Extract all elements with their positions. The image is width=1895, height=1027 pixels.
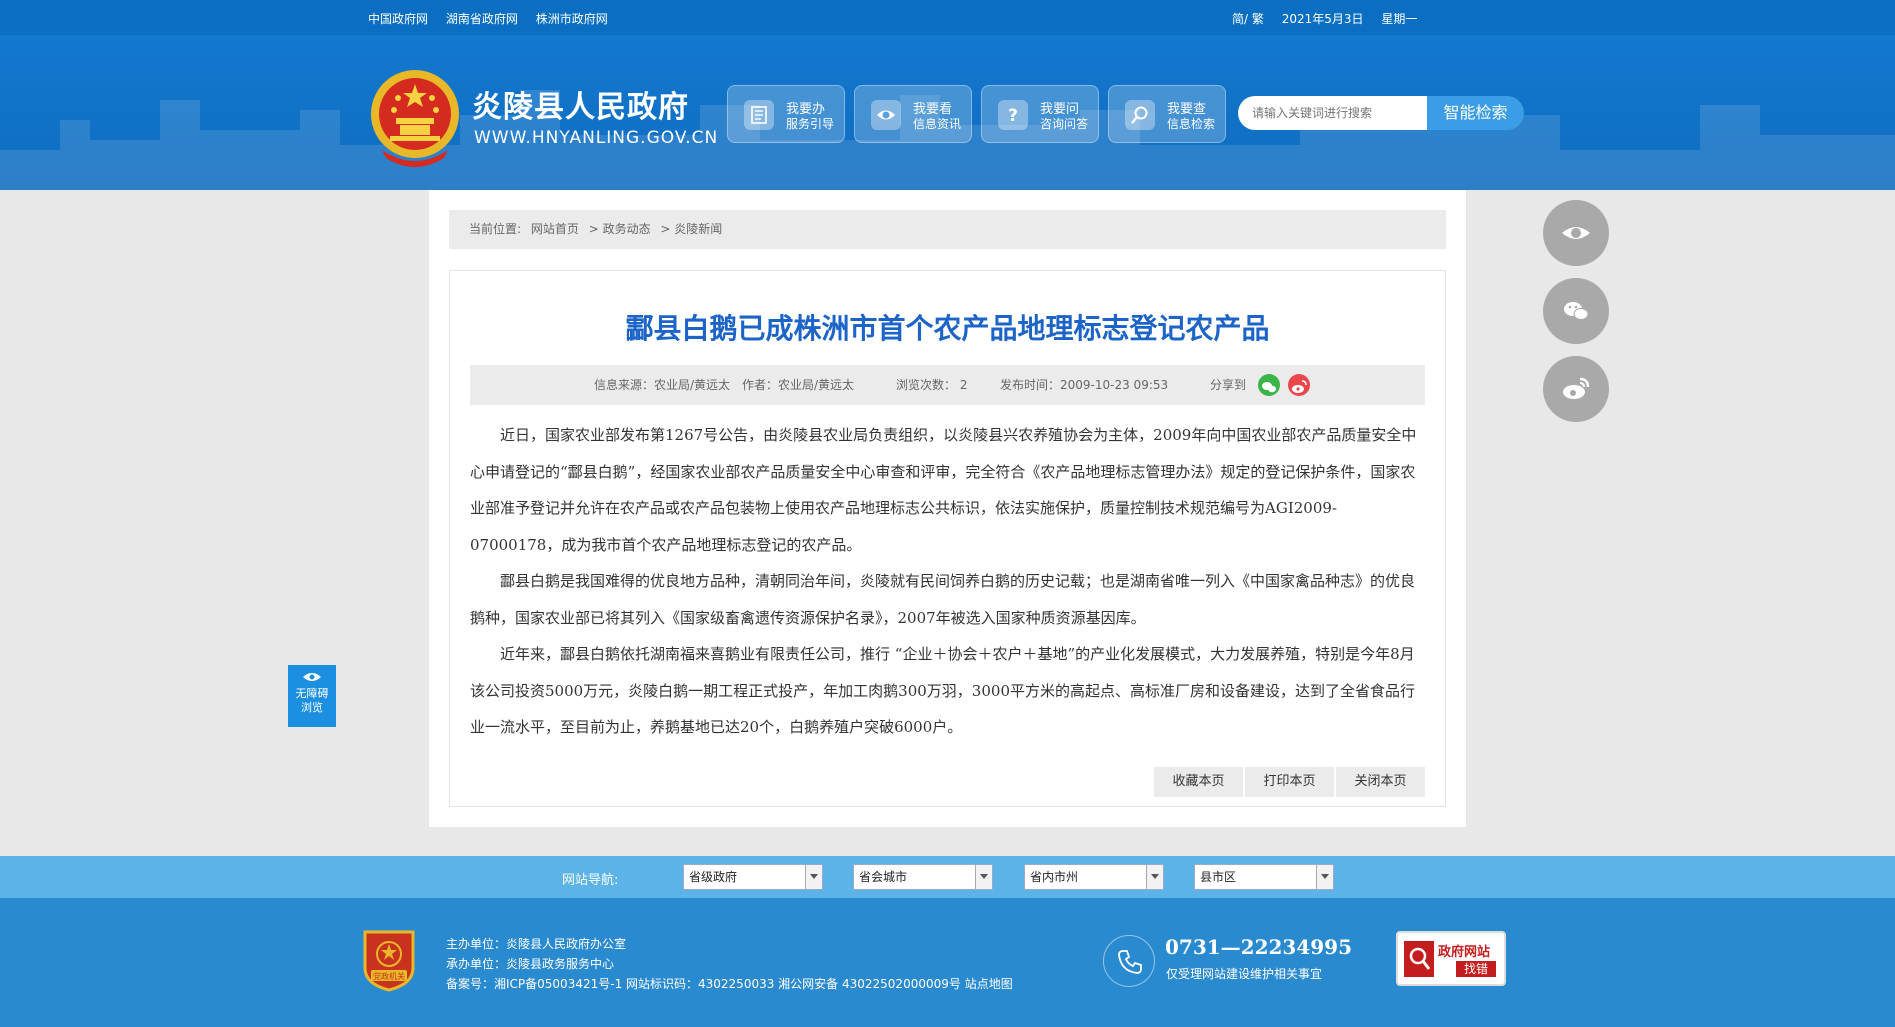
- svg-text:?: ?: [1008, 106, 1018, 125]
- select-value: 省级政府: [689, 870, 738, 884]
- site-footer: 党政机关 主办单位：炎陵县人民政府办公室 承办单位：炎陵县政务服务中心 备案号：…: [0, 898, 1895, 1027]
- footer-host: 主办单位：炎陵县人民政府办公室: [446, 937, 627, 951]
- service-line2: 信息资讯: [913, 117, 962, 131]
- service-button-ban[interactable]: 我要办 服务引导: [727, 85, 845, 143]
- top-links: 中国政府网 湖南省政府网 株洲市政府网: [368, 10, 622, 27]
- eye-icon: [871, 100, 901, 130]
- service-button-kan[interactable]: 我要看 信息资讯: [854, 85, 972, 143]
- eye-icon: [303, 673, 321, 681]
- select-value: 省会城市: [859, 870, 908, 884]
- footer-operator: 承办单位：炎陵县政务服务中心: [446, 957, 615, 971]
- site-url: WWW.HNYANLING.GOV.CN: [474, 128, 719, 148]
- phone-number: 0731—22234995: [1165, 935, 1352, 959]
- search-input[interactable]: [1238, 96, 1428, 130]
- eye-icon: [1562, 227, 1590, 239]
- bookmark-button[interactable]: 收藏本页: [1154, 767, 1243, 797]
- top-right-info: 简/ 繁 2021年5月3日 星期一: [1232, 10, 1431, 27]
- chevron-down-icon: [805, 865, 822, 889]
- phone-icon: [1103, 935, 1155, 987]
- service-button-cha[interactable]: 我要查 信息检索: [1108, 85, 1226, 143]
- article-meta: 信息来源：农业局/黄远太 作者：农业局/黄远太 浏览次数： 2 发布时间：200…: [470, 365, 1425, 405]
- select-county[interactable]: 县市区: [1194, 864, 1334, 890]
- jiucuo-line2: 找错: [1456, 961, 1496, 977]
- footer-info: 主办单位：炎陵县人民政府办公室 承办单位：炎陵县政务服务中心 备案号：湘ICP备…: [446, 934, 1013, 994]
- date-text: 2021年5月3日: [1281, 12, 1364, 26]
- site-header: 炎陵县人民政府 WWW.HNYANLING.GOV.CN 我要办 服务引导 我要…: [0, 35, 1895, 190]
- service-line2: 服务引导: [786, 117, 835, 131]
- float-wechat-button[interactable]: [1543, 278, 1609, 344]
- article-body: 近日，国家农业部发布第1267号公告，由炎陵县农业局负责组织，以炎陵县兴农养殖协…: [470, 417, 1425, 746]
- breadcrumb-home[interactable]: 网站首页: [531, 222, 579, 236]
- close-page-button[interactable]: 关闭本页: [1336, 767, 1425, 797]
- search-icon: [1125, 100, 1155, 130]
- top-bar: 中国政府网 湖南省政府网 株洲市政府网 简/ 繁 2021年5月3日 星期一: [0, 0, 1895, 35]
- article: 酃县白鹅已成株洲市首个农产品地理标志登记农产品 信息来源：农业局/黄远太 作者：…: [449, 270, 1446, 807]
- chevron-down-icon: [1146, 865, 1163, 889]
- breadcrumb-news[interactable]: > 政务动态: [589, 222, 651, 236]
- article-paragraph: 酃县白鹅是我国难得的优良地方品种，清朝同治年间，炎陵就有民间饲养白鹅的历史记载；…: [470, 572, 1416, 627]
- article-paragraph: 近日，国家农业部发布第1267号公告，由炎陵县农业局负责组织，以炎陵县兴农养殖协…: [470, 426, 1417, 554]
- weibo-icon: [1563, 377, 1590, 399]
- service-line2: 咨询问答: [1040, 117, 1089, 131]
- party-gov-badge-icon[interactable]: 党政机关: [361, 928, 417, 992]
- article-actions: 收藏本页 打印本页 关闭本页: [1152, 767, 1425, 797]
- site-title: 炎陵县人民政府: [472, 90, 689, 125]
- main-content: 当前位置: 网站首页 > 政务动态 > 炎陵新闻 酃县白鹅已成株洲市首个农产品地…: [429, 190, 1466, 827]
- link-china-gov[interactable]: 中国政府网: [368, 12, 428, 26]
- gov-site-error-report-button[interactable]: 政府网站 找错: [1396, 931, 1506, 986]
- float-weibo-button[interactable]: [1543, 356, 1609, 422]
- breadcrumb-yanling[interactable]: > 炎陵新闻: [660, 222, 722, 236]
- phone-note: 仅受理网站建设维护相关事宜: [1166, 967, 1323, 981]
- smart-search-button[interactable]: 智能检索: [1427, 96, 1524, 130]
- select-capital-city[interactable]: 省会城市: [853, 864, 993, 890]
- site-nav-bar: 网站导航: 省级政府 省会城市 省内市州 县市区: [0, 856, 1895, 898]
- meta-published: 发布时间：2009-10-23 09:53: [1000, 378, 1169, 392]
- select-provincial-gov[interactable]: 省级政府: [683, 864, 823, 890]
- chevron-down-icon: [1316, 865, 1333, 889]
- link-hunan-gov[interactable]: 湖南省政府网: [446, 12, 518, 26]
- select-value: 省内市州: [1030, 870, 1079, 884]
- badge-text: 党政机关: [373, 971, 405, 981]
- national-emblem-icon: [371, 70, 459, 167]
- meta-author: 作者：农业局/黄远太: [742, 378, 855, 392]
- meta-views: 浏览次数： 2: [896, 378, 968, 392]
- article-paragraph: 近年来，酃县白鹅依托湖南福来喜鹅业有限责任公司，推行 “企业＋协会＋农户＋基地”…: [470, 645, 1415, 736]
- breadcrumb: 当前位置: 网站首页 > 政务动态 > 炎陵新闻: [449, 210, 1446, 249]
- wechat-icon: [1564, 302, 1589, 320]
- accessibility-button[interactable]: 无障碍 浏览: [288, 665, 336, 727]
- weibo-share-icon[interactable]: [1288, 374, 1310, 396]
- article-title: 酃县白鹅已成株洲市首个农产品地理标志登记农产品: [625, 312, 1270, 345]
- accessibility-line2: 浏览: [301, 701, 323, 714]
- select-province-city[interactable]: 省内市州: [1024, 864, 1164, 890]
- select-value: 县市区: [1200, 870, 1237, 884]
- wechat-share-icon[interactable]: [1258, 374, 1280, 396]
- weekday-text: 星期一: [1381, 12, 1418, 26]
- meta-share-label: 分享到: [1210, 378, 1247, 392]
- site-nav-label: 网站导航:: [562, 873, 619, 888]
- float-eye-button[interactable]: [1543, 200, 1609, 266]
- chevron-down-icon: [975, 865, 992, 889]
- accessibility-line1: 无障碍: [295, 687, 329, 700]
- question-icon: ?: [998, 100, 1028, 130]
- lang-switch[interactable]: 简/ 繁: [1232, 12, 1264, 26]
- meta-source: 信息来源：农业局/黄远太: [594, 378, 731, 392]
- link-zhuzhou-gov[interactable]: 株洲市政府网: [536, 12, 608, 26]
- jiucuo-line1: 政府网站: [1438, 945, 1491, 960]
- footer-record: 备案号：湘ICP备05003421号-1 网站标识码：4302250033 湘公…: [446, 977, 1013, 991]
- document-icon: [744, 100, 774, 130]
- service-button-wen[interactable]: ? 我要问 咨询问答: [981, 85, 1099, 143]
- service-line2: 信息检索: [1167, 117, 1216, 131]
- magnifier-icon: [1404, 941, 1434, 977]
- breadcrumb-label: 当前位置:: [469, 222, 522, 236]
- print-button[interactable]: 打印本页: [1245, 767, 1334, 797]
